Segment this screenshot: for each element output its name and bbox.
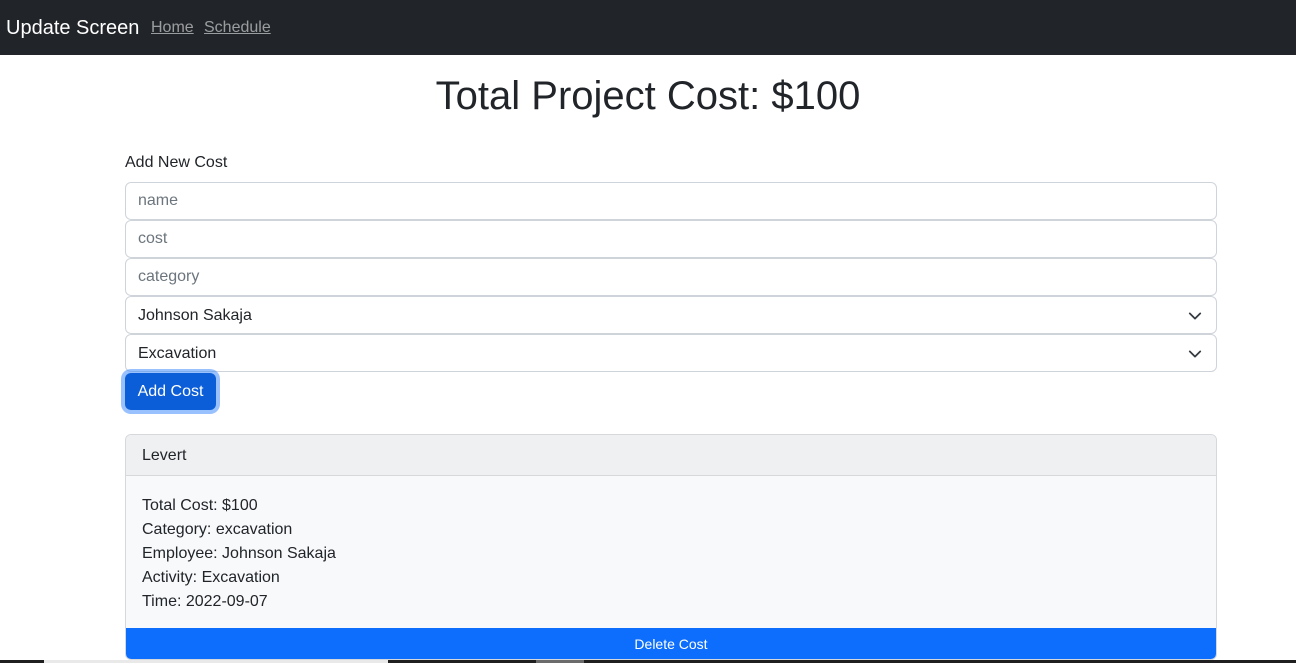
category-line: Category: excavation: [142, 521, 293, 538]
cost-input[interactable]: [125, 220, 1217, 258]
chevron-down-icon: [1188, 312, 1202, 320]
brand-title[interactable]: Update Screen: [6, 16, 139, 40]
nav-link-home[interactable]: Home: [151, 18, 194, 38]
total-cost-line: Total Cost: $100: [142, 497, 258, 514]
activity-select[interactable]: Excavation: [125, 334, 1217, 372]
time-line: Time: 2022-09-07: [142, 593, 268, 610]
cost-card-title: Levert: [142, 447, 187, 464]
employee-select-value: Johnson Sakaja: [138, 307, 252, 324]
page-title: Total Project Cost: $100: [435, 74, 861, 118]
nav-link-schedule[interactable]: Schedule: [204, 18, 271, 38]
activity-select-value: Excavation: [138, 345, 217, 362]
category-input[interactable]: [125, 258, 1217, 296]
add-new-cost-label: Add New Cost: [125, 154, 228, 171]
employee-line: Employee: Johnson Sakaja: [142, 545, 336, 562]
name-input[interactable]: [125, 182, 1217, 220]
cost-card-header: Levert: [126, 435, 1216, 476]
chevron-down-icon: [1188, 350, 1202, 358]
add-cost-button[interactable]: Add Cost: [125, 373, 216, 410]
employee-select[interactable]: Johnson Sakaja: [125, 296, 1217, 334]
navbar: Update Screen Home Schedule: [0, 0, 1296, 55]
cost-card-body: Total Cost: $100 Category: excavation Em…: [142, 494, 336, 614]
cost-card: Levert Total Cost: $100 Category: excava…: [125, 434, 1217, 660]
activity-line: Activity: Excavation: [142, 569, 280, 586]
delete-cost-button[interactable]: Delete Cost: [126, 628, 1216, 659]
